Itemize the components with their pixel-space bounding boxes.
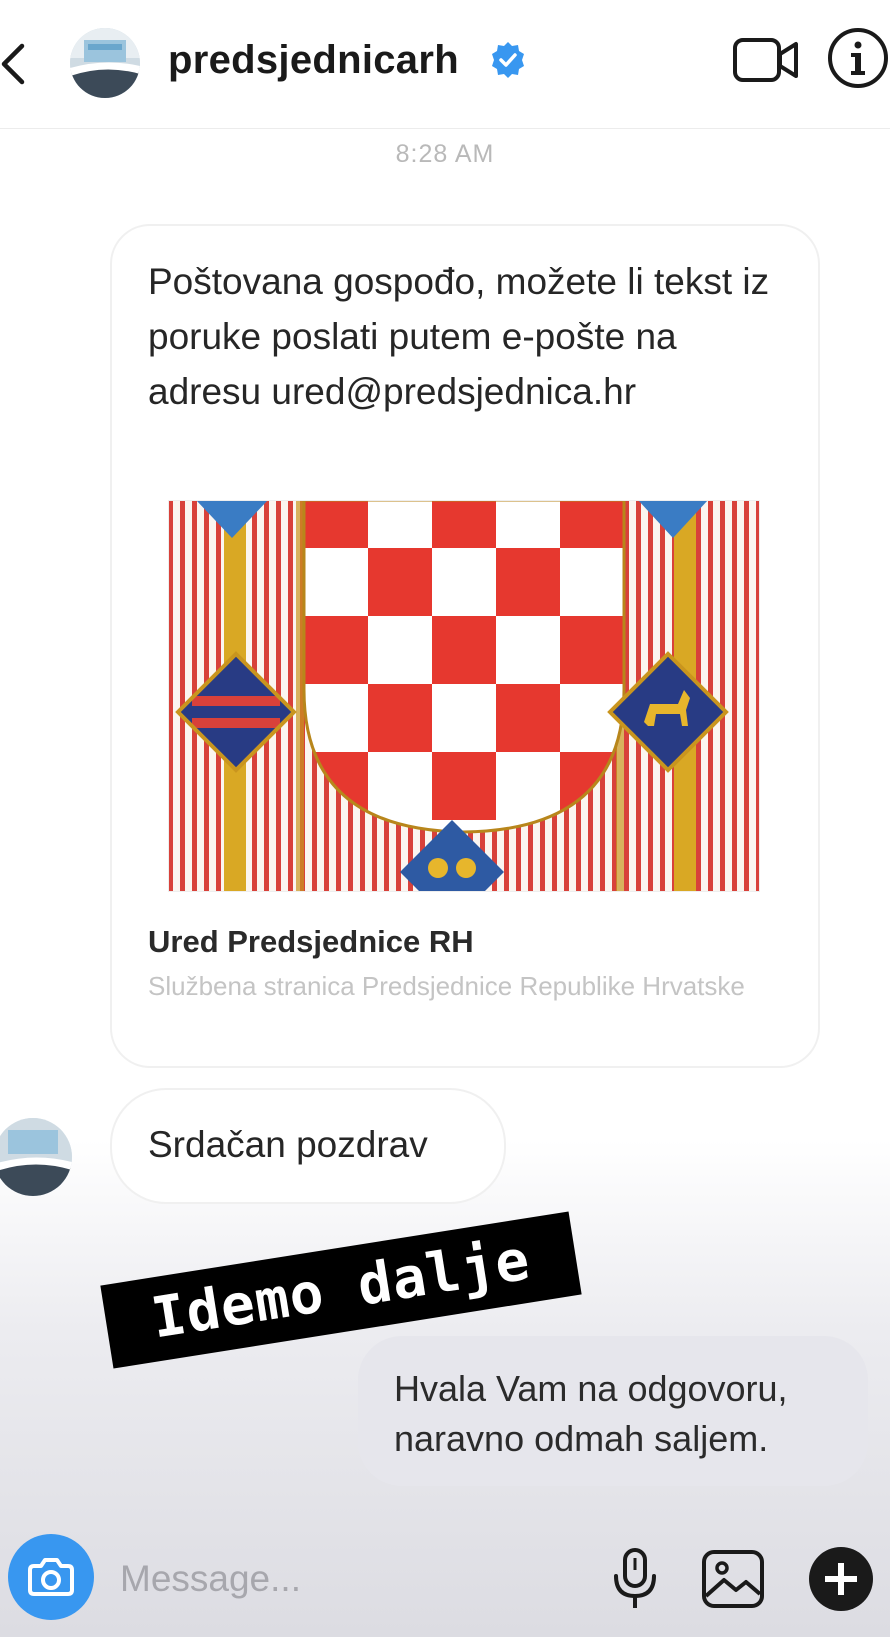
plus-circle-icon[interactable] (806, 1544, 876, 1614)
camera-icon (28, 1558, 74, 1596)
message-timestamp: 8:28 AM (395, 140, 495, 168)
link-preview-description: Službena stranica Predsjednice Republike… (148, 971, 745, 1001)
chevron-left-icon[interactable] (0, 40, 30, 88)
message-text: Srdačan pozdrav (148, 1124, 428, 1165)
message-input[interactable] (118, 1554, 542, 1604)
chat-header: predsjednicarh (0, 0, 890, 129)
profile-picture-icon (0, 1118, 72, 1196)
coat-of-arms-image[interactable] (168, 500, 760, 892)
image-gallery-icon[interactable] (700, 1548, 766, 1610)
profile-picture-icon (70, 28, 140, 98)
camera-button[interactable] (8, 1534, 94, 1620)
sender-avatar[interactable] (0, 1118, 72, 1196)
message-composer (0, 1520, 890, 1637)
avatar[interactable] (70, 28, 140, 98)
microphone-icon[interactable] (610, 1546, 660, 1612)
video-camera-icon[interactable] (732, 34, 800, 86)
incoming-message-bubble[interactable]: Srdačan pozdrav (110, 1088, 506, 1204)
verified-badge-icon (492, 42, 524, 78)
message-text: Hvala Vam na odgovoru, naravno odmah sal… (394, 1368, 788, 1459)
shared-link-message[interactable]: Poštovana gospođo, možete li tekst iz po… (110, 224, 820, 1068)
info-icon[interactable] (826, 26, 890, 90)
username[interactable]: predsjednicarh (168, 38, 459, 83)
link-preview-title[interactable]: Ured Predsjednice RH (148, 924, 474, 960)
outgoing-message-bubble[interactable]: Hvala Vam na odgovoru, naravno odmah sal… (358, 1336, 868, 1486)
message-text: Poštovana gospođo, možete li tekst iz po… (148, 261, 770, 412)
